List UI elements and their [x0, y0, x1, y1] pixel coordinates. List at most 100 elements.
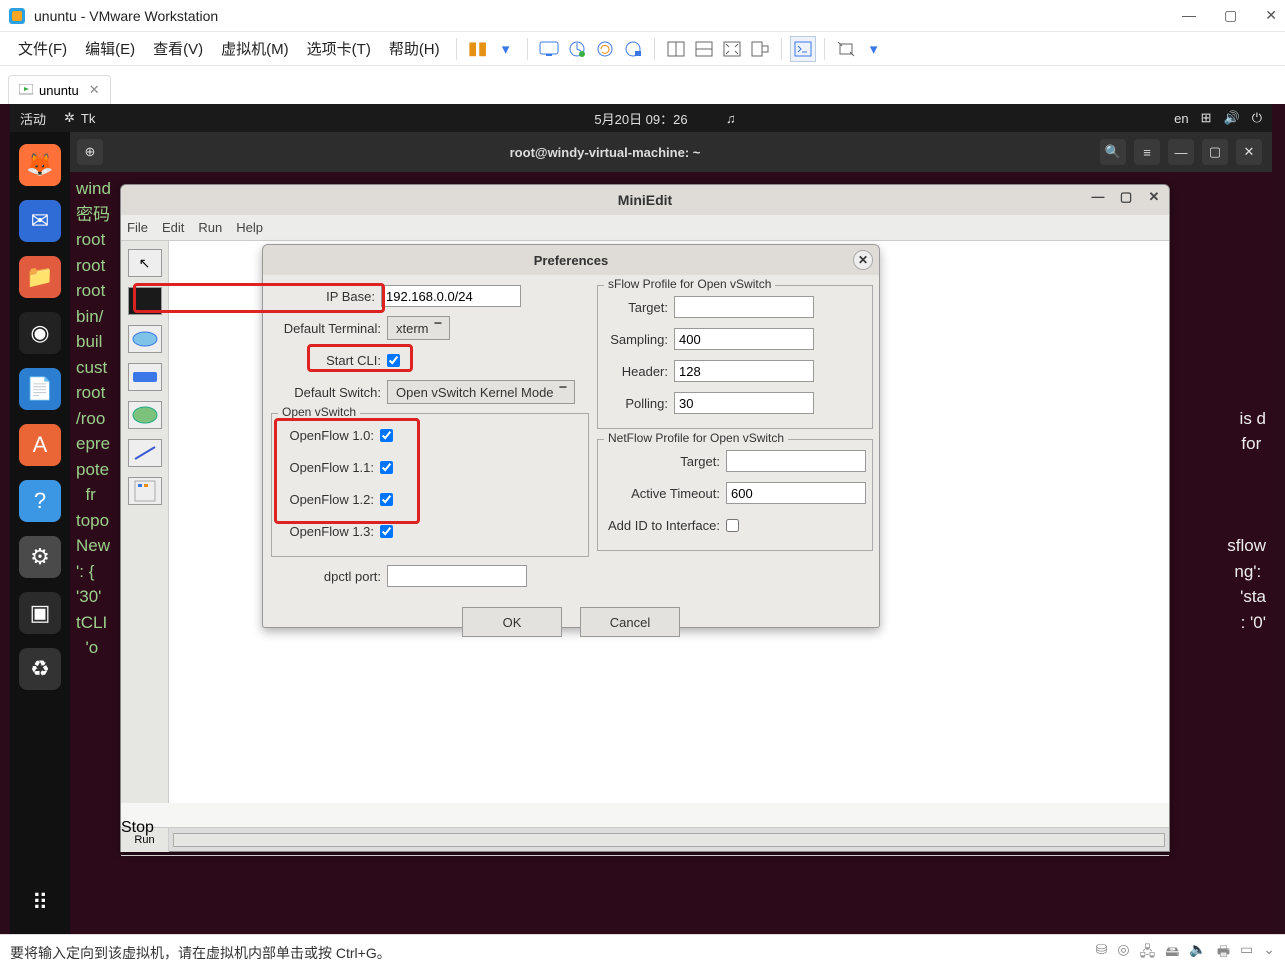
nf-target-input[interactable] — [726, 450, 866, 472]
sflow-sampling-input[interactable] — [674, 328, 814, 350]
status-more-icon[interactable]: ⌄ — [1263, 941, 1275, 965]
status-printer-icon[interactable]: 🖶 — [1217, 941, 1230, 965]
nf-timeout-input[interactable] — [726, 482, 866, 504]
dropdown2-icon[interactable]: ▾ — [861, 36, 887, 62]
miniedit-menu-run[interactable]: Run — [198, 220, 222, 235]
fullscreen-icon[interactable] — [719, 36, 745, 62]
dock-thunderbird[interactable]: ✉ — [19, 200, 61, 242]
ip-base-input[interactable] — [381, 285, 521, 307]
of10-checkbox[interactable] — [380, 429, 393, 442]
terminal-maximize-icon[interactable]: ▢ — [1202, 139, 1228, 165]
unity-icon[interactable] — [747, 36, 773, 62]
single-window-icon[interactable] — [663, 36, 689, 62]
manage-snapshots-icon[interactable] — [620, 36, 646, 62]
pause-icon[interactable]: ▮▮ — [465, 36, 491, 62]
tab-ununtu[interactable]: ununtu ✕ — [8, 75, 111, 104]
miniedit-menu-help[interactable]: Help — [236, 220, 263, 235]
volume-icon[interactable]: 🔊 — [1224, 110, 1240, 126]
tool-router-icon[interactable] — [128, 401, 162, 429]
menu-help[interactable]: 帮助(H) — [381, 34, 448, 63]
of13-checkbox[interactable] — [380, 525, 393, 538]
dropdown-icon[interactable]: ▾ — [493, 36, 519, 62]
tool-switch-icon[interactable] — [128, 363, 162, 391]
vmware-logo-icon — [8, 7, 26, 25]
dock-trash[interactable]: ♻ — [19, 648, 61, 690]
dock-terminal[interactable]: ▣ — [19, 592, 61, 634]
snapshot-icon[interactable] — [564, 36, 590, 62]
start-cli-checkbox[interactable] — [387, 354, 400, 367]
dock-files[interactable]: 📁 — [19, 256, 61, 298]
tool-controller-icon[interactable] — [128, 477, 162, 505]
of12-checkbox[interactable] — [380, 493, 393, 506]
of11-checkbox[interactable] — [380, 461, 393, 474]
dock-libreoffice[interactable]: 📄 — [19, 368, 61, 410]
send-ctrl-alt-del-icon[interactable] — [536, 36, 562, 62]
terminal-menu-icon[interactable]: ≡ — [1134, 139, 1160, 165]
close-icon[interactable]: ✕ — [1265, 7, 1277, 24]
miniedit-titlebar[interactable]: MiniEdit — ▢ ✕ — [121, 185, 1169, 215]
status-disk-icon[interactable]: ⛁ — [1096, 941, 1108, 965]
dock-rhythmbox[interactable]: ◉ — [19, 312, 61, 354]
tab-close-icon[interactable]: ✕ — [89, 82, 100, 98]
terminal-close-icon[interactable]: ✕ — [1236, 139, 1262, 165]
dock-firefox[interactable]: 🦊 — [19, 144, 61, 186]
dock-show-apps[interactable]: ⠿ — [19, 882, 61, 924]
menu-tab[interactable]: 选项卡(T) — [299, 34, 379, 63]
dock-settings[interactable]: ⚙ — [19, 536, 61, 578]
nf-addid-label: Add ID to Interface: — [604, 518, 720, 533]
power-icon[interactable]: ⏻ — [1252, 110, 1262, 126]
gnome-activities[interactable]: 活动 — [20, 109, 46, 128]
default-switch-dropdown[interactable]: Open vSwitch Kernel Mode▔ — [387, 380, 575, 404]
revert-icon[interactable] — [592, 36, 618, 62]
menu-vm[interactable]: 虚拟机(M) — [213, 34, 297, 63]
dock-software[interactable]: A — [19, 424, 61, 466]
network-icon[interactable]: ⊞ — [1201, 110, 1212, 126]
sflow-polling-input[interactable] — [674, 392, 814, 414]
dpctl-input[interactable] — [387, 565, 527, 587]
cancel-button[interactable]: Cancel — [580, 607, 680, 637]
miniedit-stop-button[interactable]: Stop — [121, 819, 169, 851]
tool-host-icon[interactable] — [128, 287, 162, 315]
vm-display-area[interactable]: 活动 ✲ Tk 5月20日 09：26 ♫ en ⊞ 🔊 ⏻ 🦊 ✉ 📁 ◉ 📄… — [0, 104, 1285, 934]
nf-addid-checkbox[interactable] — [726, 519, 739, 532]
status-sound-icon[interactable]: 🔈 — [1189, 941, 1206, 965]
menu-edit[interactable]: 编辑(E) — [77, 34, 143, 63]
multi-monitor-icon[interactable] — [691, 36, 717, 62]
console-icon[interactable] — [790, 36, 816, 62]
miniedit-scrollbar[interactable] — [169, 828, 1169, 851]
terminal-minimize-icon[interactable]: — — [1168, 139, 1194, 165]
minimize-icon[interactable]: — — [1182, 7, 1196, 24]
terminal-new-tab-icon[interactable]: ⊕ — [77, 139, 103, 165]
preferences-close-icon[interactable]: ✕ — [853, 250, 873, 270]
terminal-search-icon[interactable]: 🔍 — [1100, 139, 1126, 165]
miniedit-toolbox: ↖ — [121, 241, 169, 803]
miniedit-menu-file[interactable]: File — [127, 220, 148, 235]
menu-view[interactable]: 查看(V) — [145, 34, 211, 63]
preferences-titlebar[interactable]: Preferences ✕ — [263, 245, 879, 275]
sflow-header-input[interactable] — [674, 360, 814, 382]
miniedit-maximize-icon[interactable]: ▢ — [1117, 189, 1135, 205]
dock-help[interactable]: ? — [19, 480, 61, 522]
miniedit-minimize-icon[interactable]: — — [1089, 189, 1107, 205]
tool-link-icon[interactable] — [128, 439, 162, 467]
miniedit-close-icon[interactable]: ✕ — [1145, 189, 1163, 205]
ok-button[interactable]: OK — [462, 607, 562, 637]
stretch-icon[interactable] — [833, 36, 859, 62]
miniedit-menu-edit[interactable]: Edit — [162, 220, 184, 235]
status-display-icon[interactable]: ▭ — [1240, 941, 1253, 965]
tool-legacy-switch-icon[interactable] — [128, 325, 162, 353]
maximize-icon[interactable]: ▢ — [1224, 7, 1237, 24]
status-usb-icon[interactable]: 🖴 — [1165, 941, 1179, 965]
gnome-clock[interactable]: 5月20日 09：26 — [594, 109, 687, 128]
status-cd-icon[interactable]: ◎ — [1117, 941, 1129, 965]
menu-file[interactable]: 文件(F) — [10, 34, 75, 63]
notifications-icon[interactable]: ♫ — [726, 111, 736, 126]
tool-select-icon[interactable]: ↖ — [128, 249, 162, 277]
status-network-icon[interactable]: 🖧 — [1140, 941, 1156, 965]
sflow-target-input[interactable] — [674, 296, 814, 318]
vmware-statusbar: 要将输入定向到该虚拟机，请在虚拟机内部单击或按 Ctrl+G。 ⛁ ◎ 🖧 🖴 … — [0, 934, 1285, 970]
lang-indicator[interactable]: en — [1174, 111, 1188, 126]
start-cli-label: Start CLI: — [271, 353, 381, 368]
gnome-current-app[interactable]: ✲ Tk — [64, 110, 95, 126]
default-terminal-dropdown[interactable]: xterm▔ — [387, 316, 450, 340]
